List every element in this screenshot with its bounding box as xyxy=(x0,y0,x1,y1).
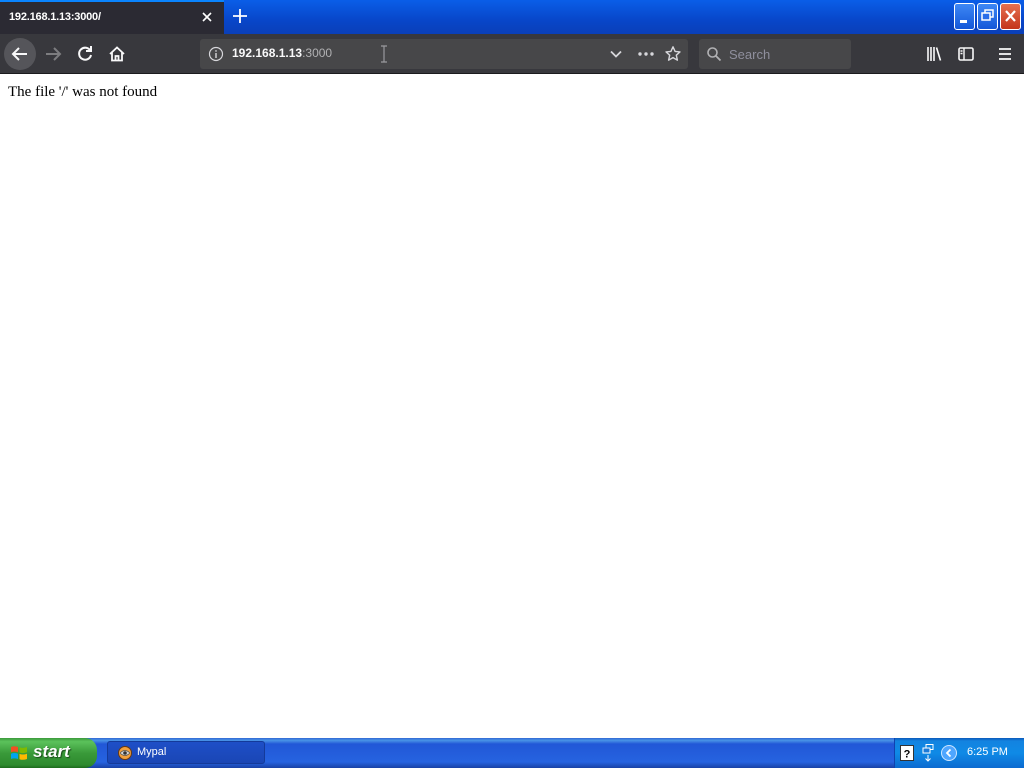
text-cursor-icon xyxy=(381,45,387,63)
tray-expand-button[interactable] xyxy=(941,745,957,761)
title-bar: 192.168.1.13:3000/ xyxy=(0,0,1024,34)
chevron-down-icon[interactable] xyxy=(608,46,624,62)
svg-text:?: ? xyxy=(904,749,911,761)
tab-title: 192.168.1.13:3000/ xyxy=(9,11,101,23)
home-button[interactable] xyxy=(101,38,133,70)
menu-button[interactable] xyxy=(989,38,1021,70)
chevron-left-icon xyxy=(945,748,952,758)
minimize-button[interactable] xyxy=(954,3,975,30)
hamburger-menu-icon xyxy=(999,48,1011,60)
library-icon xyxy=(927,47,942,61)
network-icon[interactable] xyxy=(921,743,935,763)
sidebar-icon xyxy=(958,47,974,61)
forward-button[interactable] xyxy=(37,38,69,70)
search-bar[interactable] xyxy=(699,39,851,69)
error-message: The file '/' was not found xyxy=(8,84,158,100)
taskbar: start Mypal ? 6:25 PM xyxy=(0,738,1024,768)
reload-button[interactable] xyxy=(69,38,101,70)
navigation-toolbar: 192.168.1.13:3000 xyxy=(0,34,1024,74)
url-text[interactable]: 192.168.1.13:3000 xyxy=(232,46,332,60)
url-port: :3000 xyxy=(302,46,333,60)
bookmark-star-icon[interactable] xyxy=(664,45,682,63)
sidebar-toggle-button[interactable] xyxy=(950,38,982,70)
tab-active[interactable]: 192.168.1.13:3000/ xyxy=(0,0,224,34)
library-button[interactable] xyxy=(918,38,950,70)
info-icon[interactable] xyxy=(208,46,224,62)
close-tab-icon[interactable] xyxy=(200,10,214,24)
mypal-app-icon xyxy=(118,746,132,760)
clock[interactable]: 6:25 PM xyxy=(967,746,1008,758)
home-icon xyxy=(109,46,125,62)
taskbar-item-label: Mypal xyxy=(137,746,167,758)
start-label: start xyxy=(33,742,70,761)
new-tab-icon[interactable] xyxy=(230,6,250,26)
restore-icon xyxy=(981,9,994,21)
more-actions-icon[interactable] xyxy=(636,46,656,62)
windows-logo-icon xyxy=(11,746,27,760)
taskbar-item-mypal[interactable]: Mypal xyxy=(107,741,265,764)
page-content: The file '/' was not found xyxy=(0,74,1024,738)
address-bar[interactable]: 192.168.1.13:3000 xyxy=(200,39,688,69)
search-input[interactable] xyxy=(729,39,845,69)
restore-button[interactable] xyxy=(977,3,998,30)
system-tray: ? 6:25 PM xyxy=(894,738,1024,768)
start-button[interactable]: start xyxy=(0,738,97,768)
back-arrow-icon xyxy=(11,47,27,61)
url-host: 192.168.1.13 xyxy=(232,46,303,60)
forward-arrow-icon xyxy=(46,47,62,61)
help-icon[interactable]: ? xyxy=(900,745,914,761)
back-button[interactable] xyxy=(4,38,36,70)
minimize-icon xyxy=(960,20,967,23)
close-window-button[interactable] xyxy=(1000,3,1021,30)
search-icon xyxy=(707,47,722,62)
close-icon xyxy=(1005,10,1016,22)
reload-icon xyxy=(78,46,92,61)
